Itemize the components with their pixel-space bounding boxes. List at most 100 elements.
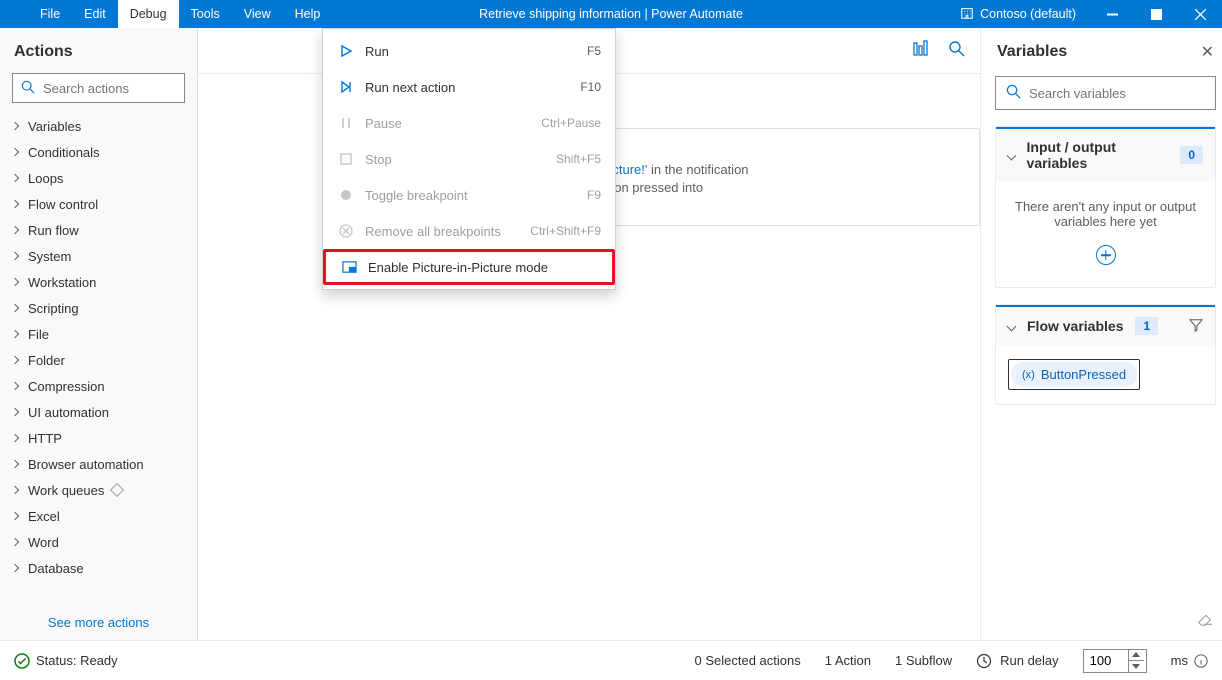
- actions-panel: Actions VariablesConditionalsLoopsFlow c…: [0, 28, 198, 640]
- actions-category-label: Run flow: [28, 223, 79, 238]
- play-icon: [337, 44, 355, 58]
- debug-menu-item[interactable]: RunF5: [323, 33, 615, 69]
- actions-category[interactable]: Database: [0, 555, 197, 581]
- tenant-selector[interactable]: Contoso (default): [946, 6, 1090, 23]
- debug-menu-label: Run next action: [365, 80, 455, 95]
- chevron-right-icon: [11, 460, 19, 468]
- action-count-text: 1 Action: [825, 653, 871, 668]
- search-icon: [21, 80, 35, 97]
- actions-category[interactable]: Run flow: [0, 217, 197, 243]
- variable-chip-label: ButtonPressed: [1041, 367, 1126, 382]
- menu-edit[interactable]: Edit: [72, 0, 118, 28]
- actions-category[interactable]: Browser automation: [0, 451, 197, 477]
- actions-category[interactable]: Conditionals: [0, 139, 197, 165]
- run-delay-input[interactable]: [1083, 649, 1147, 673]
- actions-search[interactable]: [12, 73, 185, 103]
- eraser-icon[interactable]: [1196, 609, 1214, 630]
- variable-chip[interactable]: (x) ButtonPressed: [1011, 362, 1137, 387]
- menu-file[interactable]: File: [28, 0, 72, 28]
- actions-category-label: UI automation: [28, 405, 109, 420]
- actions-category[interactable]: Excel: [0, 503, 197, 529]
- actions-category-label: Flow control: [28, 197, 98, 212]
- variables-search[interactable]: [995, 76, 1216, 110]
- menu-bar: File Edit Debug Tools View Help: [0, 0, 332, 28]
- chevron-right-icon: [11, 564, 19, 572]
- debug-menu-shortcut: F9: [587, 188, 601, 202]
- debug-menu-item[interactable]: Run next action F10: [323, 69, 615, 105]
- io-variables-header[interactable]: Input / output variables 0: [996, 127, 1215, 181]
- variables-search-input[interactable]: [1029, 86, 1205, 101]
- premium-icon: [110, 483, 124, 497]
- menu-help[interactable]: Help: [283, 0, 333, 28]
- actions-category[interactable]: Workstation: [0, 269, 197, 295]
- variables-panel: Variables ✕ Input / output variables 0 T…: [980, 28, 1222, 640]
- chevron-right-icon: [11, 252, 19, 260]
- data-icon[interactable]: [912, 40, 930, 61]
- debug-menu-shortcut: F10: [580, 80, 601, 94]
- filter-icon[interactable]: [1189, 318, 1203, 335]
- see-more-actions-link[interactable]: See more actions: [0, 605, 197, 640]
- actions-category[interactable]: Flow control: [0, 191, 197, 217]
- actions-category[interactable]: Work queues: [0, 477, 197, 503]
- spinner-up-icon[interactable]: [1129, 650, 1144, 661]
- chevron-right-icon: [11, 538, 19, 546]
- menu-view[interactable]: View: [232, 0, 283, 28]
- subflow-count-text: 1 Subflow: [895, 653, 952, 668]
- add-variable-button[interactable]: [1096, 245, 1116, 265]
- actions-category[interactable]: Scripting: [0, 295, 197, 321]
- status-text: Status: Ready: [36, 653, 118, 668]
- chevron-right-icon: [11, 304, 19, 312]
- close-icon[interactable]: ✕: [1201, 42, 1214, 62]
- actions-category[interactable]: HTTP: [0, 425, 197, 451]
- debug-menu-label: Remove all breakpoints: [365, 224, 501, 239]
- actions-category[interactable]: System: [0, 243, 197, 269]
- chevron-down-icon: [1007, 321, 1017, 331]
- actions-category-label: Excel: [28, 509, 60, 524]
- variable-icon: (x): [1022, 369, 1035, 381]
- actions-category-label: Work queues: [28, 483, 104, 498]
- window-minimize-button[interactable]: [1090, 0, 1134, 28]
- actions-category[interactable]: File: [0, 321, 197, 347]
- variable-chip-container: (x) ButtonPressed: [1008, 359, 1140, 390]
- io-empty-text: There aren't any input or output variabl…: [1008, 199, 1203, 229]
- pip-icon: [340, 260, 358, 275]
- window-close-button[interactable]: [1178, 0, 1222, 28]
- dot-icon: [337, 189, 355, 201]
- actions-category-label: Database: [28, 561, 84, 576]
- chevron-right-icon: [11, 330, 19, 338]
- chevron-down-icon: [1006, 150, 1016, 160]
- chevron-right-icon: [11, 174, 19, 182]
- debug-menu-item[interactable]: Enable Picture-in-Picture mode: [323, 249, 615, 285]
- search-icon[interactable]: [948, 40, 966, 61]
- actions-category[interactable]: Compression: [0, 373, 197, 399]
- flow-variables-header[interactable]: Flow variables 1: [996, 305, 1215, 345]
- actions-category[interactable]: Variables: [0, 113, 197, 139]
- menu-tools[interactable]: Tools: [179, 0, 232, 28]
- actions-category[interactable]: Loops: [0, 165, 197, 191]
- window-title: Retrieve shipping information | Power Au…: [479, 7, 743, 21]
- building-icon: [960, 6, 974, 23]
- title-bar: File Edit Debug Tools View Help Retrieve…: [0, 0, 1222, 28]
- menu-debug[interactable]: Debug: [118, 0, 179, 28]
- selected-actions-text: 0 Selected actions: [695, 653, 801, 668]
- tenant-label: Contoso (default): [980, 7, 1076, 21]
- spinner-down-icon[interactable]: [1129, 661, 1144, 672]
- actions-category-label: System: [28, 249, 71, 264]
- actions-category[interactable]: UI automation: [0, 399, 197, 425]
- actions-tree: Variables Conditionals Loops Flow control Ru…: [0, 113, 197, 605]
- actions-search-input[interactable]: [43, 81, 219, 96]
- chevron-right-icon: [11, 512, 19, 520]
- actions-category[interactable]: Folder: [0, 347, 197, 373]
- clear-icon: [337, 224, 355, 238]
- window-maximize-button[interactable]: [1134, 0, 1178, 28]
- actions-category[interactable]: Word: [0, 529, 197, 555]
- actions-category-label: Compression: [28, 379, 105, 394]
- run-delay-label: Run delay: [1000, 653, 1059, 668]
- run-delay-field[interactable]: [1084, 653, 1128, 668]
- chevron-right-icon: [11, 200, 19, 208]
- info-icon[interactable]: [1194, 654, 1208, 668]
- debug-menu-item: PauseCtrl+Pause: [323, 105, 615, 141]
- play-step-icon: [337, 80, 355, 94]
- actions-category-label: Conditionals: [28, 145, 100, 160]
- actions-category-label: HTTP: [28, 431, 62, 446]
